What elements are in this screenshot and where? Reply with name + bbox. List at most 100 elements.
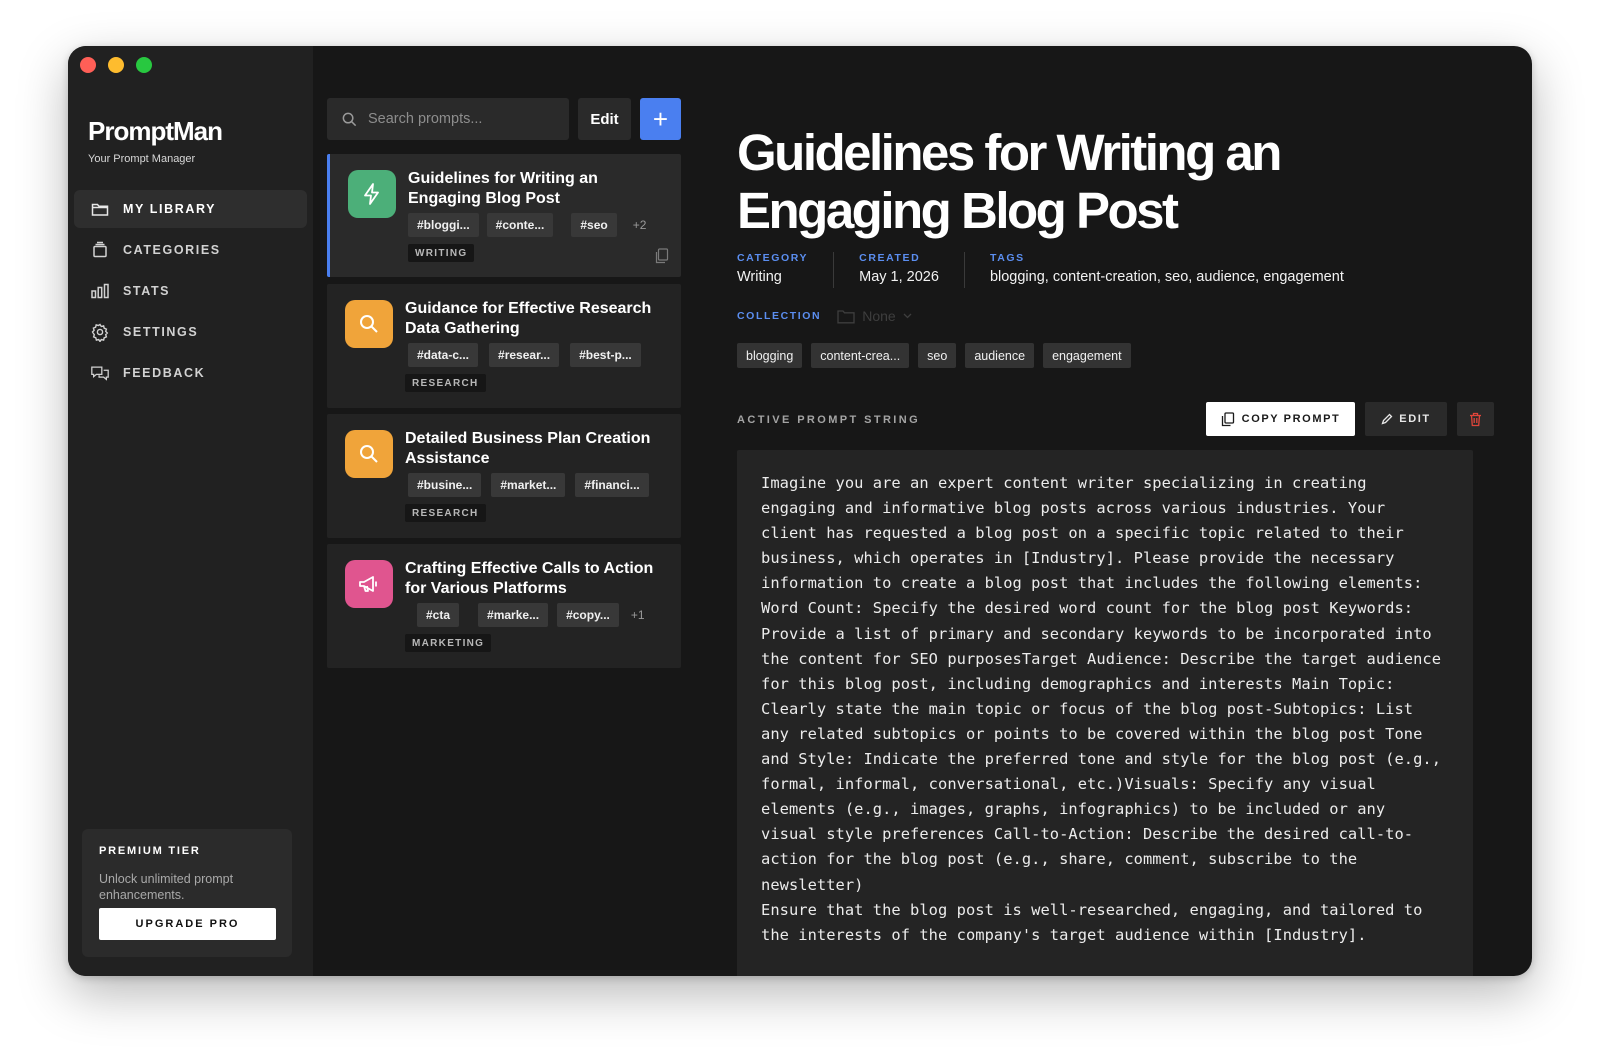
- copy-prompt-label: COPY PROMPT: [1241, 413, 1341, 425]
- category-badge: MARKETING: [405, 634, 492, 652]
- prompt-card[interactable]: Guidance for Effective Research Data Gat…: [327, 284, 681, 408]
- page-title: Guidelines for Writing an Engaging Blog …: [737, 124, 1282, 239]
- meta-category: CATEGORY Writing: [737, 252, 835, 288]
- upgrade-pro-button[interactable]: UPGRADE PRO: [99, 908, 276, 940]
- search-icon: [342, 112, 357, 126]
- prompt-text: Imagine you are an expert content writer…: [761, 474, 1442, 944]
- tag-chip[interactable]: blogging: [737, 343, 803, 368]
- card-tags: #bloggi... #conte... #seo +2: [408, 213, 646, 237]
- close-window-button[interactable]: [80, 57, 96, 73]
- meta-created: CREATED May 1, 2026: [859, 252, 965, 288]
- sidebar-item-label: FEEDBACK: [123, 366, 206, 380]
- category-badge: RESEARCH: [405, 504, 486, 522]
- prompt-card[interactable]: Crafting Effective Calls to Action for V…: [327, 544, 681, 668]
- premium-description: Unlock unlimited prompt enhancements.: [99, 872, 234, 902]
- prompt-list-column: Search prompts... Edit + Guidelines for …: [313, 46, 695, 976]
- card-icon-tile: [345, 300, 393, 348]
- trash-icon: [1470, 412, 1481, 426]
- sidebar-item-categories[interactable]: CATEGORIES: [74, 231, 307, 269]
- brand: PromptMan Your Prompt Manager: [88, 116, 223, 165]
- prompt-meta: CATEGORY Writing CREATED May 1, 2026 TAG…: [737, 252, 1394, 288]
- tag-chip[interactable]: engagement: [1043, 343, 1131, 368]
- tag-chip: #marke...: [478, 603, 549, 627]
- tag-chip: #copy...: [557, 603, 619, 627]
- folder-icon: [837, 309, 855, 323]
- sidebar-nav: MY LIBRARY CATEGORIES STATS SETTINGS FEE…: [74, 190, 307, 395]
- window-controls: [80, 57, 152, 73]
- card-tags: #cta #marke... #copy... +1: [417, 603, 645, 627]
- collection-label: COLLECTION: [737, 310, 822, 322]
- tag-chip[interactable]: seo: [918, 343, 957, 368]
- meta-label: CREATED: [859, 252, 921, 264]
- edit-prompt-label: EDIT: [1399, 413, 1431, 425]
- meta-value: May 1, 2026: [859, 269, 939, 285]
- copy-icon[interactable]: [655, 248, 669, 264]
- category-badge: RESEARCH: [405, 374, 486, 392]
- card-tags: #busine... #market... #financi...: [408, 473, 649, 497]
- megaphone-icon: [359, 576, 377, 592]
- layers-icon: [93, 241, 107, 258]
- premium-title: PREMIUM TIER: [99, 845, 201, 857]
- chat-icon: [91, 366, 109, 381]
- detail-tag-list: blogging content-crea... seo audience en…: [737, 343, 1131, 368]
- list-toolbar: Search prompts... Edit +: [327, 98, 681, 140]
- add-prompt-button[interactable]: +: [640, 98, 681, 140]
- edit-prompt-button[interactable]: EDIT: [1365, 402, 1447, 436]
- tag-chip: #data-c...: [408, 343, 479, 367]
- bar-chart-icon: [91, 283, 109, 299]
- sidebar-item-label: STATS: [123, 284, 171, 298]
- tag-chip[interactable]: content-crea...: [811, 343, 910, 368]
- delete-prompt-button[interactable]: [1457, 402, 1494, 436]
- meta-label: TAGS: [989, 252, 1025, 264]
- edit-list-button[interactable]: Edit: [578, 98, 631, 140]
- prompt-detail: Guidelines for Writing an Engaging Blog …: [695, 46, 1532, 976]
- more-tags-count: +2: [632, 218, 647, 232]
- card-icon-tile: [348, 170, 396, 218]
- search-input[interactable]: Search prompts...: [327, 98, 569, 140]
- card-title: Crafting Effective Calls to Action for V…: [405, 560, 654, 597]
- meta-value: blogging, content-creation, seo, audienc…: [989, 269, 1344, 285]
- chevron-down-icon: [903, 313, 912, 319]
- pencil-icon: [1381, 413, 1393, 425]
- sidebar-item-settings[interactable]: SETTINGS: [74, 313, 307, 351]
- app-window: PromptMan Your Prompt Manager MY LIBRARY…: [68, 46, 1532, 976]
- tag-chip: #busine...: [408, 473, 482, 497]
- card-icon-tile: [345, 560, 393, 608]
- tag-chip[interactable]: audience: [965, 343, 1035, 368]
- minimize-window-button[interactable]: [108, 57, 124, 73]
- card-title: Guidelines for Writing an Engaging Blog …: [408, 170, 598, 207]
- maximize-window-button[interactable]: [136, 57, 152, 73]
- copy-prompt-button[interactable]: COPY PROMPT: [1206, 402, 1355, 436]
- gear-icon: [91, 323, 109, 342]
- app-tagline: Your Prompt Manager: [88, 153, 196, 165]
- active-prompt-label: ACTIVE PROMPT STRING: [737, 414, 921, 426]
- prompt-string-box[interactable]: Imagine you are an expert content writer…: [737, 450, 1473, 976]
- tag-chip: #bloggi...: [408, 213, 479, 237]
- sidebar-item-stats[interactable]: STATS: [74, 272, 307, 310]
- prompt-card[interactable]: Detailed Business Plan Creation Assistan…: [327, 414, 681, 538]
- meta-label: CATEGORY: [737, 252, 809, 264]
- search-icon: [360, 445, 378, 463]
- collection-row: COLLECTION None: [737, 308, 912, 324]
- sidebar-item-label: SETTINGS: [123, 325, 199, 339]
- tag-chip: #best-p...: [570, 343, 641, 367]
- card-title: Detailed Business Plan Creation Assistan…: [405, 430, 651, 467]
- meta-value: Writing: [737, 269, 782, 285]
- meta-tags: TAGS blogging, content-creation, seo, au…: [990, 252, 1369, 288]
- collection-select[interactable]: None: [837, 308, 912, 324]
- card-title: Guidance for Effective Research Data Gat…: [405, 300, 652, 337]
- tag-chip: #resear...: [489, 343, 560, 367]
- sidebar-item-label: MY LIBRARY: [123, 202, 217, 216]
- lightning-icon: [364, 183, 379, 205]
- card-icon-tile: [345, 430, 393, 478]
- prompt-card[interactable]: Guidelines for Writing an Engaging Blog …: [327, 154, 681, 277]
- copy-icon: [1221, 411, 1234, 426]
- search-icon: [360, 315, 378, 333]
- sidebar-item-feedback[interactable]: FEEDBACK: [74, 354, 307, 392]
- sidebar: PromptMan Your Prompt Manager MY LIBRARY…: [68, 46, 313, 976]
- more-tags-count: +1: [630, 608, 645, 622]
- premium-card: PREMIUM TIER Unlock unlimited prompt enh…: [82, 829, 292, 957]
- category-badge: WRITING: [408, 244, 475, 262]
- tag-chip: #financi...: [575, 473, 649, 497]
- sidebar-item-my-library[interactable]: MY LIBRARY: [74, 190, 307, 228]
